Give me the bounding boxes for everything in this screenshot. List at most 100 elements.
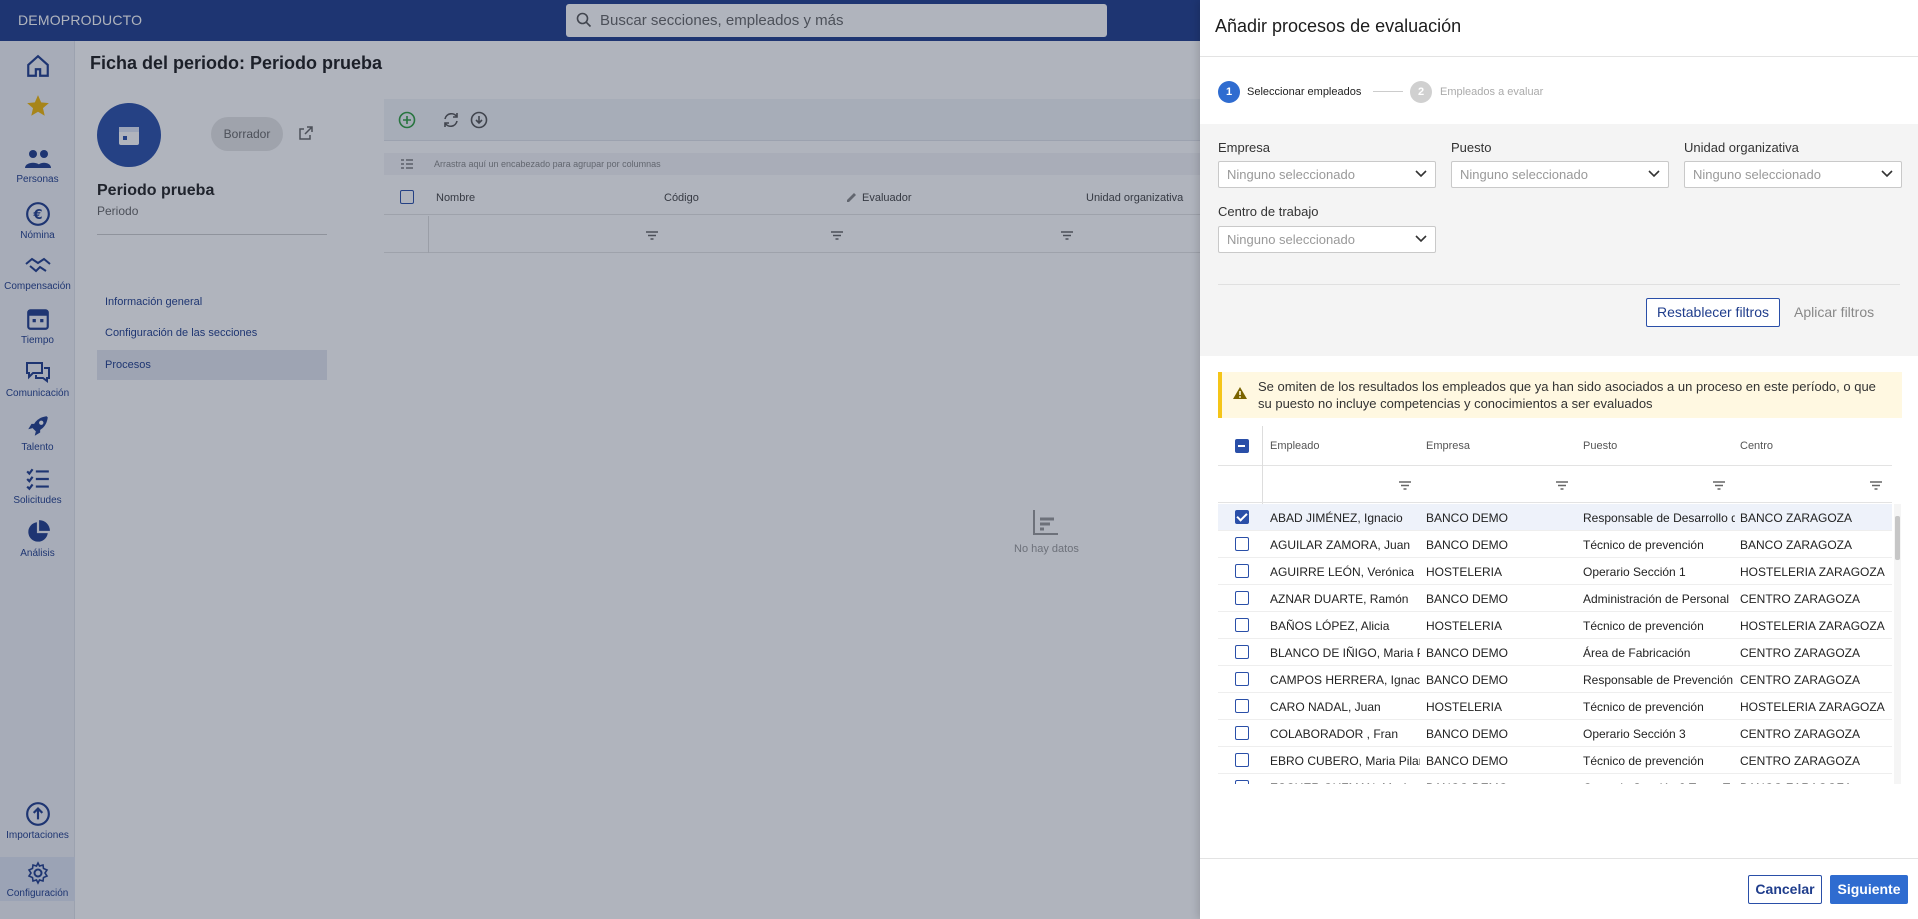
chevron-down-icon	[1648, 170, 1660, 178]
filter-icon[interactable]	[1713, 481, 1725, 490]
cell-centro: CENTRO ZARAGOZA	[1740, 673, 1861, 687]
table-scrollbar[interactable]	[1894, 504, 1901, 784]
cell-empleado: AZNAR DUARTE, Ramón	[1270, 592, 1409, 606]
cell-centro: HOSTELERIA ZARAGOZA	[1740, 700, 1885, 714]
cell-empresa: HOSTELERIA	[1426, 565, 1503, 579]
cell-empresa: HOSTELERIA	[1426, 619, 1503, 633]
row-checkbox[interactable]	[1235, 726, 1249, 740]
divider	[1200, 858, 1918, 859]
centro-select-value: Ninguno seleccionado	[1227, 232, 1355, 247]
cell-empleado: COLABORADOR , Fran	[1270, 727, 1399, 741]
cell-puesto: Responsable de Desarrollo de	[1583, 511, 1735, 525]
puesto-label: Puesto	[1451, 140, 1492, 155]
cell-centro: HOSTELERIA ZARAGOZA	[1740, 619, 1885, 633]
warning-icon	[1233, 387, 1247, 399]
filter-icon[interactable]	[1399, 481, 1411, 490]
cancel-button[interactable]: Cancelar	[1748, 875, 1822, 904]
cell-empleado: AGUIRRE LEÓN, Verónica	[1270, 565, 1415, 579]
filter-icon[interactable]	[1870, 481, 1882, 490]
cell-empresa: BANCO DEMO	[1426, 646, 1509, 660]
cell-empresa: BANCO DEMO	[1426, 781, 1576, 784]
cell-empresa: BANCO DEMO	[1426, 673, 1509, 687]
step-2-label: Empleados a evaluar	[1440, 86, 1544, 98]
empresa-select[interactable]: Ninguno seleccionado	[1218, 161, 1436, 188]
row-checkbox[interactable]	[1235, 780, 1249, 784]
table-filter-row	[1218, 466, 1892, 503]
cell-empresa: BANCO DEMO	[1426, 538, 1509, 552]
filters-section: Empresa Ninguno seleccionado Puesto Ning…	[1200, 124, 1918, 356]
row-checkbox[interactable]	[1235, 753, 1249, 767]
row-checkbox[interactable]	[1235, 672, 1249, 686]
table-row[interactable]: AZNAR DUARTE, Ramón BANCO DEMO Administrac…	[1218, 585, 1892, 612]
cell-puesto: Técnico de prevención	[1583, 754, 1704, 768]
table-row[interactable]: COLABORADOR , Fran BANCO DEMO Operario Sec…	[1218, 720, 1892, 747]
row-checkbox[interactable]	[1235, 591, 1249, 605]
cell-puesto: Responsable de Prevención	[1583, 673, 1734, 687]
step-1-indicator: 1	[1218, 81, 1240, 103]
cell-centro: CENTRO ZARAGOZA	[1740, 592, 1861, 606]
table-body: ABAD JIMÉNEZ, Ignacio BANCO DEMO Responsab…	[1218, 504, 1892, 784]
unidad-select[interactable]: Ninguno seleccionado	[1684, 161, 1902, 188]
modal-backdrop[interactable]	[0, 0, 1200, 919]
filter-icon[interactable]	[1556, 481, 1568, 490]
row-checkbox[interactable]	[1235, 645, 1249, 659]
cell-empresa: BANCO DEMO	[1426, 727, 1509, 741]
cell-puesto: Administración de Personal	[1583, 592, 1730, 606]
chevron-down-icon	[1881, 170, 1893, 178]
table-row[interactable]: ESCUER GUZMAN, María BANCO DEMO Operario S…	[1218, 774, 1892, 784]
cell-empleado: CARO NADAL, Juan	[1270, 700, 1381, 714]
cell-puesto: Operario Sección 3	[1583, 727, 1686, 741]
table-row[interactable]: EBRO CUBERO, Maria Pilar BANCO DEMO Técnic…	[1218, 747, 1892, 774]
table-row[interactable]: ABAD JIMÉNEZ, Ignacio BANCO DEMO Responsab…	[1218, 504, 1892, 531]
table-header: Empleado Empresa Puesto Centro	[1218, 426, 1892, 506]
column-header-empleado[interactable]: Empleado	[1270, 440, 1320, 452]
row-checkbox[interactable]	[1235, 537, 1249, 551]
unidad-select-value: Ninguno seleccionado	[1693, 167, 1821, 182]
column-header-empresa[interactable]: Empresa	[1426, 440, 1470, 452]
unidad-label: Unidad organizativa	[1684, 140, 1799, 155]
puesto-select[interactable]: Ninguno seleccionado	[1451, 161, 1669, 188]
table-row[interactable]: BAÑOS LÓPEZ, Alicia HOSTELERIA Técnico de …	[1218, 612, 1892, 639]
apply-filters-button[interactable]: Aplicar filtros	[1794, 304, 1874, 320]
table-row[interactable]: BLANCO DE IÑIGO, Maria Pilar BANCO DEMO Ár…	[1218, 639, 1892, 666]
column-header-centro[interactable]: Centro	[1740, 440, 1773, 452]
warning-text: Se omiten de los resultados los empleado…	[1258, 379, 1876, 411]
cell-centro: HOSTELERIA ZARAGOZA	[1740, 565, 1885, 579]
table-row[interactable]: AGUIRRE LEÓN, Verónica HOSTELERIA Operario…	[1218, 558, 1892, 585]
empresa-label: Empresa	[1218, 140, 1271, 155]
cell-centro: CENTRO ZARAGOZA	[1740, 754, 1861, 768]
table-row[interactable]: CAMPOS HERRERA, Ignacio BANCO DEMO Respons…	[1218, 666, 1892, 693]
cell-empresa: BANCO DEMO	[1426, 511, 1509, 525]
reset-filters-button[interactable]: Restablecer filtros	[1646, 298, 1780, 327]
cell-puesto: Área de Fabricación	[1583, 646, 1691, 660]
cell-empleado: EBRO CUBERO, Maria Pilar	[1270, 754, 1420, 768]
row-checkbox[interactable]	[1235, 564, 1249, 578]
cell-empleado: ESCUER GUZMAN, María	[1270, 781, 1420, 784]
scrollbar-thumb[interactable]	[1895, 516, 1900, 560]
row-checkbox[interactable]	[1235, 618, 1249, 632]
table-row[interactable]: CARO NADAL, Juan HOSTELERIA Técnico de pre…	[1218, 693, 1892, 720]
cell-puesto: Técnico de prevención	[1583, 700, 1704, 714]
cell-empleado: AGUILAR ZAMORA, Juan	[1270, 538, 1411, 552]
cell-puesto: Operario Sección 1	[1583, 565, 1686, 579]
cell-puesto: Operario Sección 3 Turno Tarde	[1583, 781, 1735, 784]
cell-centro: BANCO ZARAGOZA	[1740, 781, 1890, 784]
cell-puesto: Técnico de prevención	[1583, 619, 1704, 633]
table-row[interactable]: AGUILAR ZAMORA, Juan BANCO DEMO Técnico de…	[1218, 531, 1892, 558]
cell-empresa: HOSTELERIA	[1426, 700, 1503, 714]
next-button[interactable]: Siguiente	[1830, 875, 1908, 904]
column-header-puesto[interactable]: Puesto	[1583, 440, 1617, 452]
centro-label: Centro de trabajo	[1218, 204, 1319, 219]
select-all-checkbox[interactable]	[1235, 439, 1249, 453]
cell-empresa: BANCO DEMO	[1426, 592, 1509, 606]
row-checkbox[interactable]	[1235, 699, 1249, 713]
cell-centro: CENTRO ZARAGOZA	[1740, 727, 1861, 741]
cell-puesto: Técnico de prevención	[1583, 538, 1704, 552]
warning-alert: Se omiten de los resultados los empleado…	[1218, 372, 1902, 418]
cell-empleado: BAÑOS LÓPEZ, Alicia	[1270, 619, 1390, 633]
row-checkbox[interactable]	[1235, 510, 1249, 524]
cell-centro: BANCO ZARAGOZA	[1740, 511, 1853, 525]
centro-select[interactable]: Ninguno seleccionado	[1218, 226, 1436, 253]
cell-centro: CENTRO ZARAGOZA	[1740, 646, 1861, 660]
cell-empresa: BANCO DEMO	[1426, 754, 1509, 768]
